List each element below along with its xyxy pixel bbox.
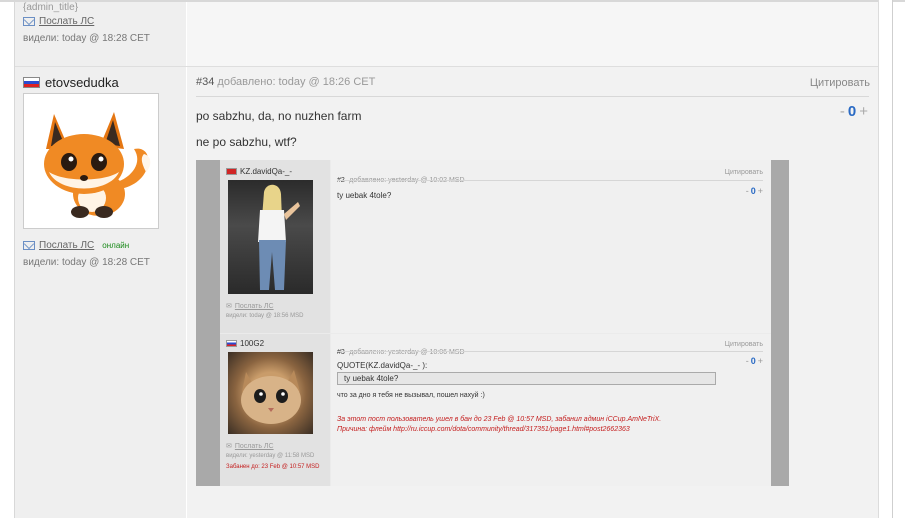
- send-pm-link[interactable]: Послать ЛС: [39, 16, 94, 27]
- post-text-line: po sabzhu, da, no nuzhen farm: [196, 109, 362, 123]
- shot-post3-rating: - 0 +: [746, 356, 763, 366]
- girl-figure-icon: [258, 184, 300, 290]
- shot-quote-box: ty uebak 4tole?: [337, 372, 716, 385]
- quote-button[interactable]: Цитировать: [810, 77, 870, 89]
- post-text-line: ne po sabzhu, wtf?: [196, 135, 297, 149]
- shot-post2-pm: ✉ Послать ЛС: [226, 302, 274, 311]
- post-header-divider: [196, 96, 869, 97]
- russia-flag-icon: [226, 340, 237, 347]
- shot-post2-body: #2 добавлено: yesterday @ 10:02 MSD Цити…: [331, 160, 771, 333]
- shot-post3-userinfo: 100G2 ✉ Послать ЛС видели: yesterday @ 1…: [220, 334, 330, 486]
- shot-post2-meta: #2 добавлено: yesterday @ 10:02 MSD: [337, 169, 465, 187]
- prev-post-userinfo: {admin_title} Послать ЛС видели: today @…: [15, 2, 186, 66]
- shot-quote-header: QUOTE(KZ.davidQa-_- ):: [337, 361, 428, 370]
- pm-row: Послать ЛС онлайн: [23, 240, 129, 251]
- page-right-gutter: [878, 0, 892, 518]
- prev-post-body: [187, 2, 878, 66]
- shot-plus: +: [757, 356, 763, 366]
- shot-plus: +: [757, 186, 763, 196]
- screenshot-content: KZ.davidQa-_- ✉ Послать ЛС видели: today: [220, 160, 771, 486]
- envelope-icon: ✉: [226, 303, 232, 310]
- shot-send-pm-link: Послать ЛС: [234, 442, 274, 450]
- send-pm-link[interactable]: Послать ЛС: [39, 240, 94, 251]
- rating-minus-button[interactable]: -: [840, 103, 845, 120]
- shot-post3-text: что за дно я тебя не вызывал, пошел наху…: [337, 392, 485, 399]
- pm-row: Послать ЛС: [23, 16, 94, 27]
- russia-flag-icon: [23, 77, 40, 88]
- shot-post3-meta: #3 добавлено: yesterday @ 10:06 MSD: [337, 341, 465, 359]
- shot-post3-author: 100G2: [226, 339, 264, 348]
- shot-send-pm-link: Послать ЛС: [234, 302, 274, 310]
- cat-face-icon: [241, 370, 301, 424]
- envelope-icon: [23, 241, 35, 250]
- shot-post3-body: #3 добавлено: yesterday @ 10:06 MSD Цити…: [331, 334, 771, 486]
- post-userinfo: etovsedudka Послать ЛС онлайн видели: to…: [15, 67, 186, 518]
- rating-value: 0: [847, 103, 857, 120]
- shot-post2-author-name: KZ.davidQa-_-: [240, 167, 293, 176]
- shot-minus: -: [745, 356, 749, 366]
- shot-divider: [337, 351, 763, 352]
- online-status: онлайн: [102, 241, 130, 250]
- shot-post3-pm: ✉ Послать ЛС: [226, 442, 274, 451]
- shot-post3-banned: Забанен до: 23 Feb @ 10:57 MSD: [226, 464, 320, 470]
- shot-post2-seen: видели: today @ 18:56 MSD: [226, 313, 304, 319]
- shot-minus: -: [745, 186, 749, 196]
- rating-plus-button[interactable]: +: [859, 103, 868, 120]
- shot-post2-author: KZ.davidQa-_-: [226, 167, 292, 176]
- post-number[interactable]: #34: [196, 76, 214, 88]
- post-meta: #34 добавлено: today @ 18:26 CET: [196, 76, 375, 88]
- cat-avatar-image: [228, 352, 313, 434]
- shot-post3-quote: Цитировать: [724, 341, 763, 348]
- shot-post2-text: ty uebak 4tole?: [337, 191, 392, 200]
- envelope-icon: ✉: [226, 443, 232, 450]
- shot-post3-seen: видели: yesterday @ 11:58 MSD: [226, 453, 315, 459]
- avatar: [23, 93, 159, 229]
- shot-ban-line: За этот пост пользователь ушел в бан до …: [337, 416, 662, 423]
- embedded-screenshot: KZ.davidQa-_- ✉ Послать ЛС видели: today: [196, 160, 789, 486]
- last-seen: видели: today @ 18:28 CET: [23, 257, 150, 268]
- kazakhstan-flag-icon: [226, 168, 237, 175]
- shot-post2-quote: Цитировать: [724, 169, 763, 176]
- post-body: #34 добавлено: today @ 18:26 CET Цитиров…: [187, 67, 878, 518]
- post-rating: - 0 +: [840, 103, 868, 120]
- post-date: добавлено: today @ 18:26 CET: [217, 76, 376, 88]
- shot-post2-rating: - 0 +: [746, 186, 763, 196]
- fox-avatar-image: [24, 94, 158, 228]
- author-name[interactable]: etovsedudka: [45, 75, 119, 90]
- girl-avatar-image: [228, 180, 313, 294]
- shot-rating-value: 0: [750, 186, 756, 196]
- last-seen: видели: today @ 18:28 CET: [23, 33, 150, 44]
- shot-divider: [337, 180, 763, 181]
- page-right-border: [892, 0, 893, 518]
- shot-ban-reason: Причина: флейм http://ru.iccup.com/dota/…: [337, 426, 630, 433]
- admin-title: {admin_title}: [23, 2, 79, 13]
- shot-rating-value: 0: [750, 356, 756, 366]
- shot-post3-author-name: 100G2: [240, 339, 265, 348]
- envelope-icon: [23, 17, 35, 26]
- shot-post2-userinfo: KZ.davidQa-_- ✉ Послать ЛС видели: today: [220, 160, 330, 333]
- post-author: etovsedudka: [23, 75, 119, 90]
